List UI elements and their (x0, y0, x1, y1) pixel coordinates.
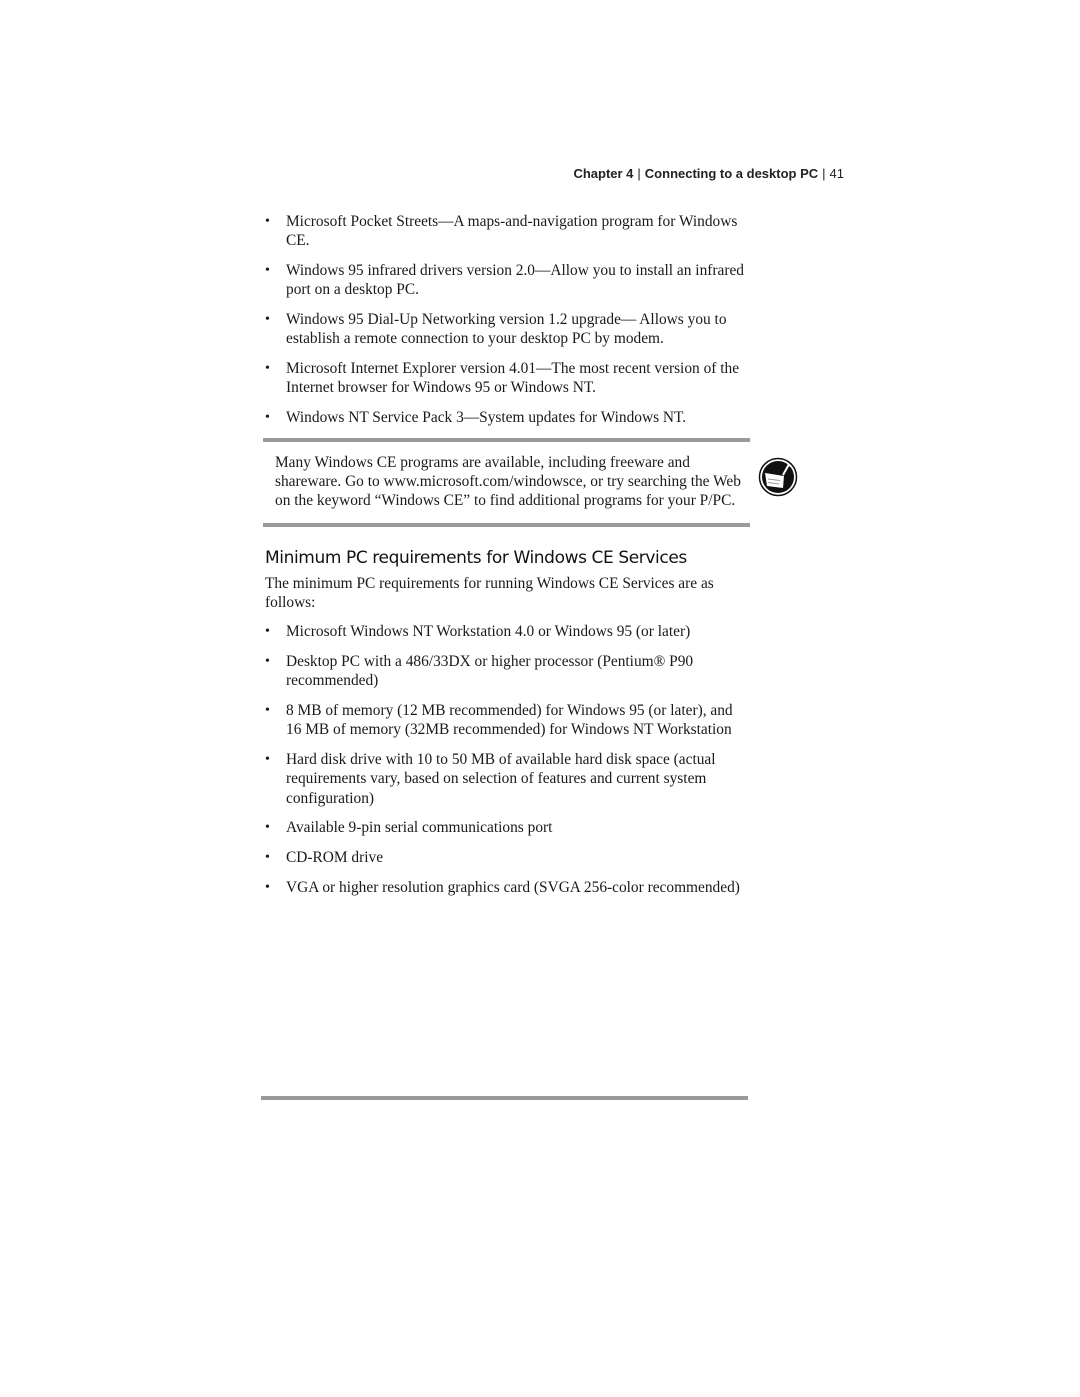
list-item: • VGA or higher resolution graphics card … (265, 878, 750, 897)
list-item: • 8 MB of memory (12 MB recommended) for … (265, 701, 750, 740)
note-text: Many Windows CE programs are available, … (275, 453, 741, 510)
note-bottom-rule (263, 522, 750, 527)
chapter-label: Chapter 4 (573, 166, 634, 181)
list-item-text: Available 9-pin serial communications po… (286, 819, 553, 837)
note-box: Many Windows CE programs are available, … (265, 442, 798, 523)
bullet-icon: • (265, 654, 270, 670)
list-item-text: Windows 95 infrared drivers version 2.0—… (286, 261, 745, 299)
bullet-icon: • (265, 703, 270, 719)
list-item: • Microsoft Internet Explorer version 4.0… (265, 359, 750, 398)
list-item-text: CD-ROM drive (286, 849, 384, 867)
list-item-text: 8 MB of memory (12 MB recommended) for W… (286, 702, 733, 739)
bullet-icon: • (265, 262, 270, 278)
list-item-text: Microsoft Internet Explorer version 4.01… (286, 359, 740, 397)
list-item: • Hard disk drive with 10 to 50 MB of ava… (265, 750, 750, 808)
page-number: 41 (829, 166, 844, 181)
note-pen-icon (758, 457, 798, 496)
list-item: • CD-ROM drive (265, 848, 750, 867)
running-header: Chapter 4 | Connecting to a desktop PC | 41 (573, 166, 844, 181)
list-item-text: Microsoft Windows NT Workstation 4.0 or … (286, 623, 691, 641)
bullet-icon: • (265, 360, 270, 376)
list-item-text: Hard disk drive with 10 to 50 MB of avai… (286, 751, 716, 807)
list-item-text: Desktop PC with a 486/33DX or higher pro… (286, 653, 694, 690)
bullet-icon: • (265, 850, 270, 866)
bullet-icon: • (265, 214, 270, 229)
requirements-list: • Microsoft Windows NT Workstation 4.0 or… (265, 622, 750, 897)
bullet-icon: • (265, 311, 270, 327)
section-intro: The minimum PC requirements for running … (265, 574, 714, 612)
list-item: • Microsoft Pocket Streets—A maps-and-nav… (265, 212, 750, 251)
list-item-text: Windows 95 Dial-Up Networking version 1.… (286, 310, 727, 348)
list-item: • Windows NT Service Pack 3—System update… (265, 408, 750, 427)
bullet-icon: • (265, 820, 270, 836)
list-item: • Available 9-pin serial communications p… (265, 818, 750, 837)
header-separator: | (822, 166, 826, 181)
section-heading: Minimum PC requirements for Windows CE S… (265, 547, 687, 568)
list-item-text: Microsoft Pocket Streets—A maps-and-navi… (286, 213, 738, 250)
list-item: • Windows 95 Dial-Up Networking version 1… (265, 310, 750, 349)
list-item-text: Windows NT Service Pack 3—System updates… (286, 408, 687, 426)
bullet-icon: • (265, 879, 270, 895)
section-end-rule (261, 1096, 748, 1100)
chapter-title: Connecting to a desktop PC (644, 166, 819, 181)
bullet-icon: • (265, 624, 270, 640)
list-item: • Microsoft Windows NT Workstation 4.0 or… (265, 622, 750, 641)
included-software-list: • Microsoft Pocket Streets—A maps-and-nav… (265, 212, 750, 427)
bullet-icon: • (265, 409, 270, 425)
list-item: • Windows 95 infrared drivers version 2.0… (265, 261, 750, 300)
list-item-text: VGA or higher resolution graphics card (… (286, 878, 740, 896)
list-item: • Desktop PC with a 486/33DX or higher pr… (265, 652, 750, 691)
header-separator: | (637, 166, 641, 181)
bullet-icon: • (265, 752, 270, 768)
page-content: • Microsoft Pocket Streets—A maps-and-nav… (263, 212, 798, 907)
